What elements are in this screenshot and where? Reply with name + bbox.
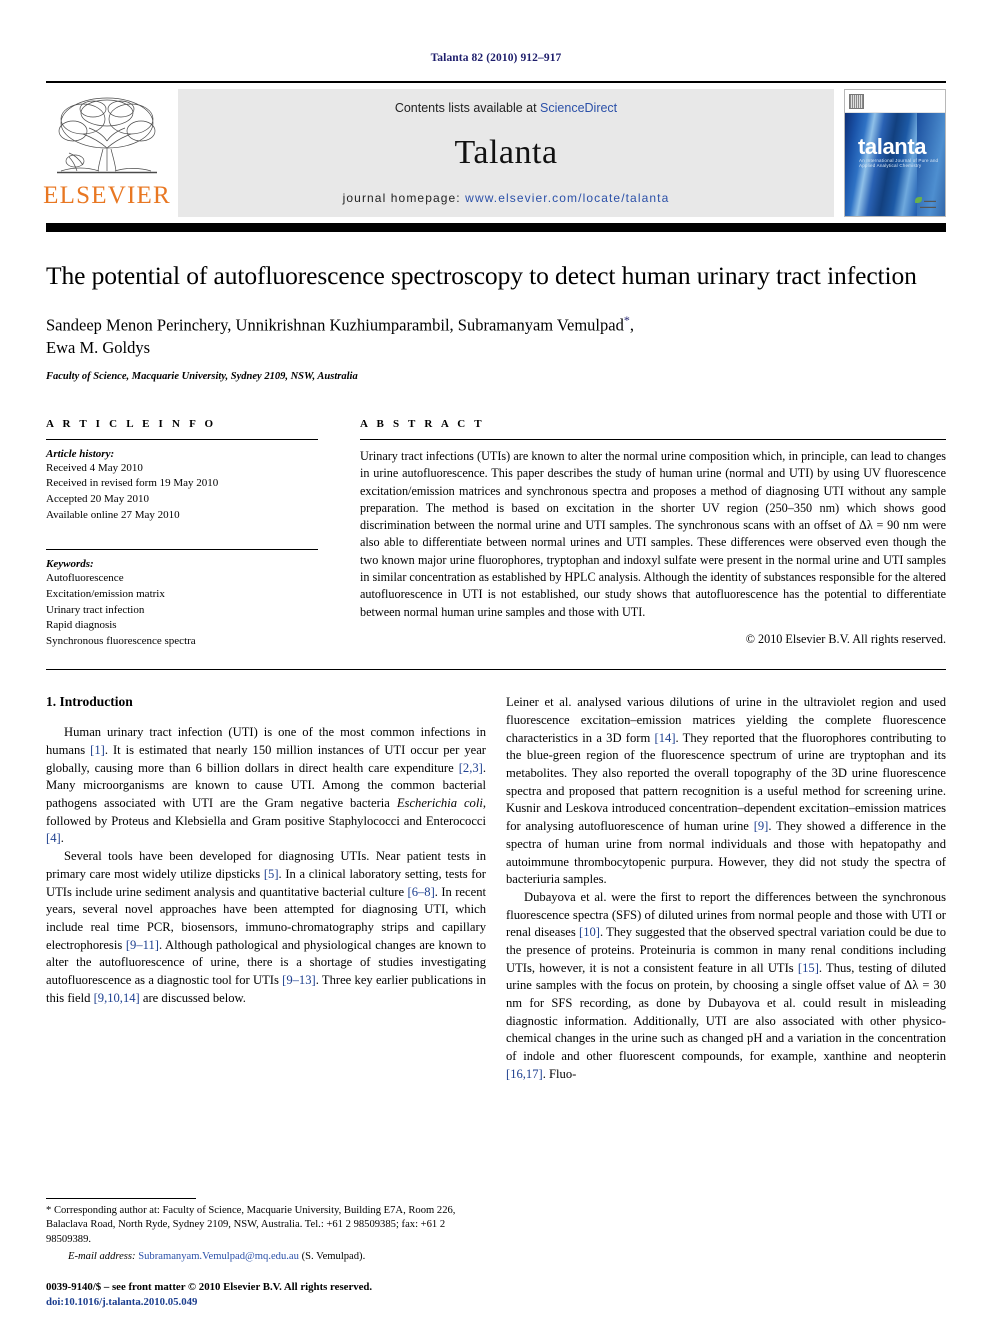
citation-link[interactable]: [15] <box>798 961 819 975</box>
article-info-heading: A R T I C L E I N F O <box>46 417 217 430</box>
author-list: Sandeep Menon Perinchery, Unnikrishnan K… <box>46 313 634 357</box>
email-note: E-mail address: Subramanyam.Vemulpad@mq.… <box>46 1250 486 1265</box>
body-top-rule <box>46 669 946 671</box>
history-online: Available online 27 May 2010 <box>46 508 180 521</box>
abstract-heading: A B S T R A C T <box>360 417 485 430</box>
cover-topbar <box>845 90 945 113</box>
history-received: Received 4 May 2010 <box>46 461 143 474</box>
footnote-rule <box>46 1197 196 1199</box>
running-head: Talanta 82 (2010) 912–917 <box>430 52 562 64</box>
abstract-text: Urinary tract infections (UTIs) are know… <box>360 448 946 619</box>
citation-link[interactable]: [16,17] <box>506 1067 543 1081</box>
citation-link[interactable]: [9,10,14] <box>94 991 140 1005</box>
intro-paragraph-3: Leiner et al. analysed various dilutions… <box>506 695 946 887</box>
contents-available-line: Contents lists available at ScienceDirec… <box>395 101 617 115</box>
citation-link[interactable]: [9–13] <box>282 973 316 987</box>
affiliation: Faculty of Science, Macquarie University… <box>46 370 358 382</box>
citation-link[interactable]: [9] <box>754 819 769 833</box>
journal-masthead: ELSEVIER Contents lists available at Sci… <box>43 81 946 217</box>
journal-cover-thumbnail: talanta An International Journal of Pure… <box>844 89 946 217</box>
citation-link[interactable]: [6–8] <box>408 885 435 899</box>
abstract-copyright: © 2010 Elsevier B.V. All rights reserved… <box>745 632 946 647</box>
elsevier-wordmark: ELSEVIER <box>43 182 171 209</box>
citation-link[interactable]: [5] <box>264 867 279 881</box>
keyword-item: Synchronous fluorescence spectra <box>46 634 196 647</box>
leaf-icon <box>915 197 922 203</box>
body-column-left: 1. Introduction Human urinary tract infe… <box>46 694 486 1083</box>
citation-link[interactable]: [9–11] <box>126 938 159 952</box>
sciencedirect-link[interactable]: ScienceDirect <box>540 101 617 115</box>
keyword-item: Autofluorescence <box>46 572 124 585</box>
imprint-block: 0039-9140/$ – see front matter © 2010 El… <box>46 1280 506 1311</box>
citation-link[interactable]: [10] <box>579 925 600 939</box>
cover-footer: ▬▬▬ ▬▬▬▬ <box>915 197 936 210</box>
cover-barcode-icon <box>849 93 864 109</box>
homepage-prefix: journal homepage: <box>342 191 466 205</box>
body-column-right: Leiner et al. analysed various dilutions… <box>506 694 946 1083</box>
email-label: E-mail address: <box>68 1251 136 1263</box>
keyword-item: Excitation/emission matrix <box>46 587 165 600</box>
article-history-label: Article history: <box>46 447 115 460</box>
section-title-introduction: 1. Introduction <box>46 694 133 710</box>
corresponding-author-marker: * <box>623 313 630 328</box>
journal-homepage-line: journal homepage: www.elsevier.com/locat… <box>343 191 670 205</box>
history-revised: Received in revised form 19 May 2010 <box>46 477 219 490</box>
body-columns: 1. Introduction Human urinary tract infe… <box>46 694 946 1083</box>
intro-paragraph-4: Dubayova et al. were the first to report… <box>506 889 946 1081</box>
masthead-bottom-rule <box>46 223 946 232</box>
info-abstract-section: A R T I C L E I N F O Article history: R… <box>46 418 946 649</box>
page-title: The potential of autofluorescence spectr… <box>46 261 917 290</box>
cover-footer-bars: ▬▬▬▬ <box>920 204 936 209</box>
abstract-column: A B S T R A C T Urinary tract infections… <box>360 418 946 649</box>
article-info-rule <box>46 438 318 440</box>
intro-paragraph-1: Human urinary tract infection (UTI) is o… <box>46 725 487 846</box>
paper-page: Talanta 82 (2010) 912–917 ELSEVIER Conte… <box>0 0 992 1323</box>
history-accepted: Accepted 20 May 2010 <box>46 493 149 506</box>
elsevier-logo: ELSEVIER <box>43 89 171 217</box>
abstract-rule <box>360 438 946 440</box>
email-owner: (S. Vemulpad). <box>301 1251 366 1263</box>
citation-link[interactable]: [4] <box>46 831 61 845</box>
doi-link[interactable]: doi:10.1016/j.talanta.2010.05.049 <box>46 1295 506 1311</box>
corresponding-author-note: * Corresponding author at: Faculty of Sc… <box>46 1204 456 1245</box>
authors-line-1: Sandeep Menon Perinchery, Unnikrishnan K… <box>46 315 624 335</box>
keywords-rule <box>46 549 318 551</box>
intro-paragraph-2: Several tools have been developed for di… <box>46 849 486 1005</box>
homepage-link[interactable]: www.elsevier.com/locate/talanta <box>465 191 669 205</box>
citation-link[interactable]: [14] <box>655 731 676 745</box>
title-block: The potential of autofluorescence spectr… <box>46 232 946 382</box>
citation-link[interactable]: [1] <box>90 743 105 757</box>
species-name: Escherichia coli <box>396 796 483 811</box>
cover-journal-subtitle: An International Journal of Pure and App… <box>859 158 939 168</box>
footnote-block: * Corresponding author at: Faculty of Sc… <box>46 1197 486 1265</box>
journal-band: Contents lists available at ScienceDirec… <box>178 89 834 217</box>
keyword-item: Urinary tract infection <box>46 603 145 616</box>
keyword-item: Rapid diagnosis <box>46 619 117 632</box>
cover-leaf-mark: ▬▬▬ <box>915 197 936 204</box>
email-link[interactable]: Subramanyam.Vemulpad@mq.edu.au <box>138 1251 299 1262</box>
authors-line-2: Ewa M. Goldys <box>46 337 151 357</box>
issn-copyright-line: 0039-9140/$ – see front matter © 2010 El… <box>46 1280 373 1293</box>
citation-link[interactable]: [2,3] <box>459 761 483 775</box>
elsevier-tree-icon <box>57 97 157 174</box>
cover-journal-title: talanta <box>858 134 927 159</box>
contents-prefix: Contents lists available at <box>394 101 541 115</box>
journal-title: Talanta <box>454 134 558 171</box>
article-info-column: A R T I C L E I N F O Article history: R… <box>46 418 318 649</box>
keywords-label: Keywords: <box>46 558 94 571</box>
